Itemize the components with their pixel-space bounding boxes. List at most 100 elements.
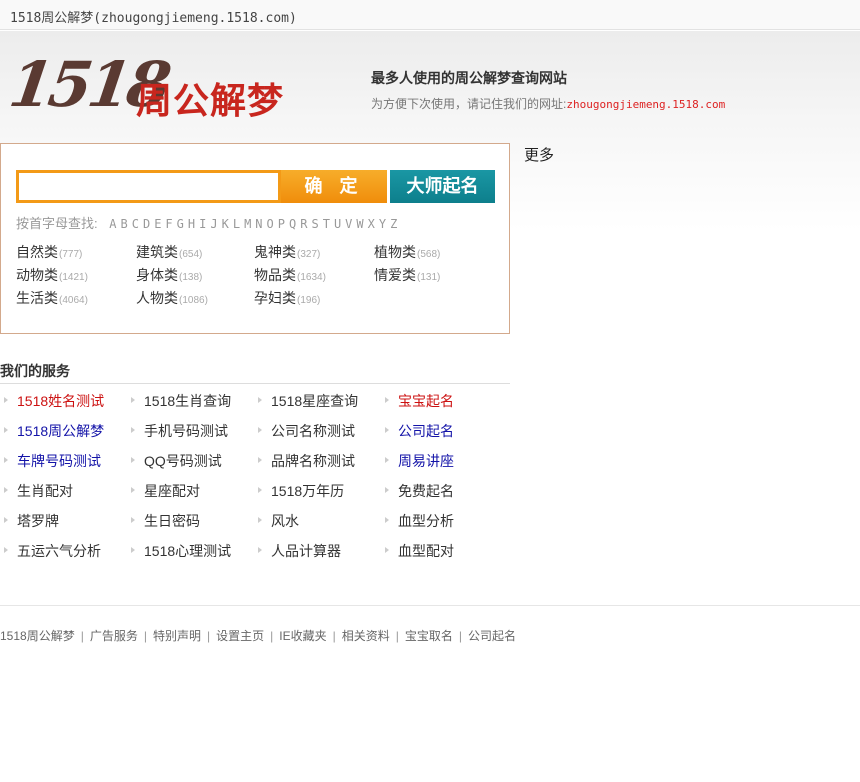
page-title: 1518周公解梦(zhougongjiemeng.1518.com) (10, 11, 297, 26)
alphabet-letter[interactable]: J (210, 217, 217, 231)
service-link[interactable]: 生肖配对 (4, 481, 73, 501)
service-label: 1518周公解梦 (17, 423, 105, 439)
category-link[interactable]: 动物类(1421) (16, 265, 88, 285)
alphabet-letter[interactable]: E (154, 217, 161, 231)
footer-link[interactable]: 1518周公解梦 (0, 629, 75, 643)
service-link[interactable]: 血型配对 (385, 541, 454, 561)
service-link[interactable]: 1518心理测试 (131, 541, 231, 561)
alphabet-letter[interactable]: C (132, 217, 139, 231)
service-link[interactable]: 品牌名称测试 (258, 451, 355, 471)
service-link[interactable]: 生日密码 (131, 511, 200, 531)
bullet-arrow-icon (258, 457, 262, 464)
service-link[interactable]: 1518生肖查询 (131, 391, 231, 411)
service-link[interactable]: 周易讲座 (385, 451, 454, 471)
footer-links: 1518周公解梦 | 广告服务 | 特别声明 | 设置主页 | IE收藏夹 | 相关资料 | 宝宝取名 |… (0, 627, 516, 644)
service-label: 1518姓名测试 (17, 393, 105, 409)
alphabet-letter[interactable]: U (334, 217, 341, 231)
footer-link[interactable]: 相关资料 (342, 629, 390, 643)
alphabet-letter[interactable]: X (368, 217, 375, 231)
alphabet-letter[interactable]: V (345, 217, 352, 231)
alphabet-letter[interactable]: L (233, 217, 240, 231)
footer-separator: | (270, 629, 274, 643)
category-link[interactable]: 孕妇类(196) (254, 288, 320, 308)
category-name: 鬼神类 (254, 244, 296, 260)
footer-divider (0, 605, 860, 606)
service-label: 周易讲座 (398, 453, 454, 469)
category-name: 植物类 (374, 244, 416, 260)
alphabet-letter[interactable]: B (120, 217, 127, 231)
category-link[interactable]: 情爱类(131) (374, 265, 440, 285)
bookmark-tip: 为方便下次使用，请记住我们的网址:zhougongjiemeng.1518.co… (371, 95, 725, 112)
alphabet-letter[interactable]: O (267, 217, 274, 231)
footer-link[interactable]: 特别声明 (153, 629, 201, 643)
category-link[interactable]: 鬼神类(327) (254, 242, 320, 262)
alphabet-letter[interactable]: H (188, 217, 195, 231)
alphabet-letter[interactable]: M (244, 217, 251, 231)
category-link[interactable]: 人物类(1086) (136, 288, 208, 308)
category-link[interactable]: 植物类(568) (374, 242, 440, 262)
service-link[interactable]: 车牌号码测试 (4, 451, 101, 471)
service-link[interactable]: 公司名称测试 (258, 421, 355, 441)
service-link[interactable]: 免费起名 (385, 481, 454, 501)
alphabet-letter[interactable]: Y (379, 217, 386, 231)
more-link[interactable]: 更多 (524, 144, 554, 165)
alphabet-letter[interactable]: G (177, 217, 184, 231)
alphabet-letter[interactable]: R (300, 217, 307, 231)
alphabet-letter[interactable]: Q (289, 217, 296, 231)
search-input[interactable] (16, 170, 281, 203)
alphabet-letter[interactable]: D (143, 217, 150, 231)
service-link[interactable]: 1518周公解梦 (4, 421, 104, 441)
alphabet-letter[interactable]: P (278, 217, 285, 231)
footer-link[interactable]: 公司起名 (468, 629, 516, 643)
services-title: 我们的服务 (0, 361, 510, 384)
alphabet-letter[interactable]: I (199, 217, 206, 231)
alphabet-letter[interactable]: K (222, 217, 229, 231)
service-link[interactable]: 塔罗牌 (4, 511, 59, 531)
service-link[interactable]: 公司起名 (385, 421, 454, 441)
footer-link[interactable]: 设置主页 (216, 629, 264, 643)
alphabet-letter[interactable]: W (356, 217, 363, 231)
footer-link[interactable]: 广告服务 (90, 629, 138, 643)
category-name: 物品类 (254, 267, 296, 283)
category-link[interactable]: 建筑类(654) (136, 242, 202, 262)
master-naming-button[interactable]: 大师起名 (390, 170, 495, 203)
footer-link[interactable]: 宝宝取名 (405, 629, 453, 643)
category-link[interactable]: 自然类(777) (16, 242, 82, 262)
footer-link[interactable]: IE收藏夹 (279, 629, 326, 643)
site-logo[interactable]: 1518 周公解梦 (5, 48, 295, 125)
category-link[interactable]: 身体类(138) (136, 265, 202, 285)
alphabet-letter[interactable]: T (323, 217, 330, 231)
alphabet-letter[interactable]: A (109, 217, 116, 231)
alphabet-letter[interactable]: S (311, 217, 318, 231)
service-link[interactable]: 五运六气分析 (4, 541, 101, 561)
bullet-arrow-icon (385, 547, 389, 554)
service-link[interactable]: 风水 (258, 511, 299, 531)
alphabet-letters: ABCDEFGHIJKLMNOPQRSTUVWXYZ (109, 217, 401, 231)
bullet-arrow-icon (385, 427, 389, 434)
service-link[interactable]: 1518星座查询 (258, 391, 358, 411)
bullet-arrow-icon (131, 517, 135, 524)
bullet-arrow-icon (131, 457, 135, 464)
alphabet-letter[interactable]: F (165, 217, 172, 231)
bullet-arrow-icon (4, 547, 8, 554)
category-link[interactable]: 生活类(4064) (16, 288, 88, 308)
confirm-button[interactable]: 确 定 (281, 170, 387, 203)
service-link[interactable]: 血型分析 (385, 511, 454, 531)
category-name: 生活类 (16, 290, 58, 306)
service-link[interactable]: 1518姓名测试 (4, 391, 104, 411)
service-link[interactable]: QQ号码测试 (131, 451, 222, 471)
category-link[interactable]: 物品类(1634) (254, 265, 326, 285)
bullet-arrow-icon (258, 517, 262, 524)
bullet-arrow-icon (385, 457, 389, 464)
alphabet-letter[interactable]: N (255, 217, 262, 231)
service-link[interactable]: 人品计算器 (258, 541, 341, 561)
alphabet-letter[interactable]: Z (390, 217, 397, 231)
service-link[interactable]: 手机号码测试 (131, 421, 228, 441)
footer-separator: | (332, 629, 336, 643)
browser-title-bar: 1518周公解梦(zhougongjiemeng.1518.com) (0, 0, 860, 30)
category-count: (654) (179, 249, 203, 260)
bullet-arrow-icon (4, 487, 8, 494)
service-link[interactable]: 1518万年历 (258, 481, 344, 501)
service-link[interactable]: 星座配对 (131, 481, 200, 501)
service-link[interactable]: 宝宝起名 (385, 391, 454, 411)
